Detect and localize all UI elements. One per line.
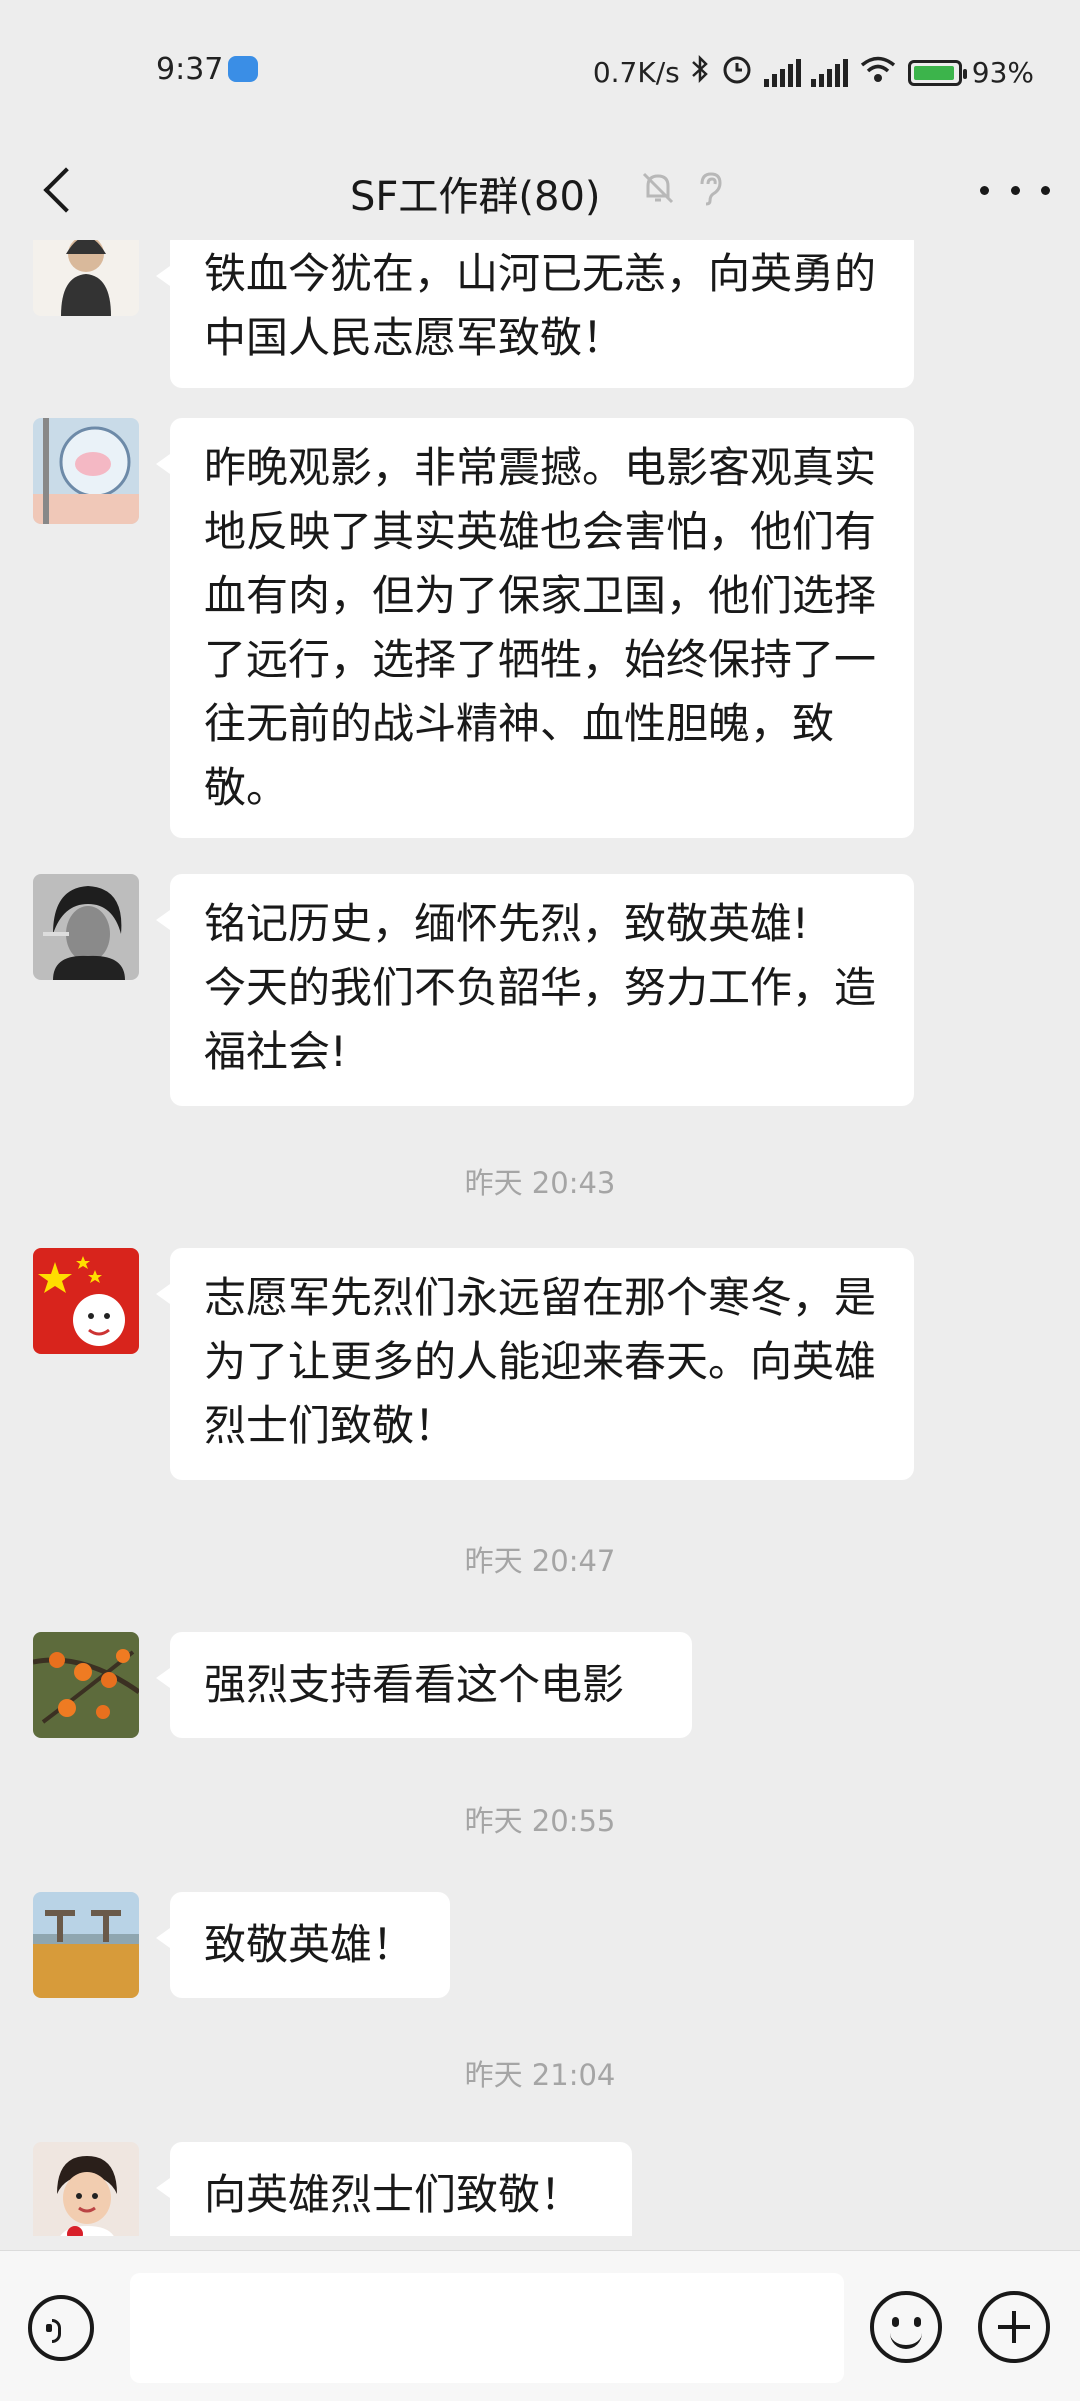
back-icon[interactable] [30, 158, 94, 222]
plus-icon[interactable] [978, 2291, 1050, 2363]
status-right-group: 0.7K/s 93% [593, 52, 1034, 93]
avatar[interactable] [33, 1632, 139, 1738]
wifi-icon [858, 54, 898, 91]
avatar[interactable] [33, 1248, 139, 1354]
message-bubble[interactable]: 强烈支持看看这个电影 [156, 1632, 692, 1738]
signal-hd-icon [810, 58, 848, 87]
chat-header: SF工作群(80) [0, 140, 1080, 240]
message-bubble[interactable]: 昨晚观影，非常震撼。电影客观真实地反映了其实英雄也会害怕，他们有血有肉，但为了保… [156, 418, 914, 838]
message-list[interactable]: 新 铁血今犹在，山河已无恙，向英勇的中国人民志愿军致敬！ 昨晚观影，非常震撼。电… [0, 240, 1080, 2236]
timestamp: 昨天 20:47 [464, 1544, 616, 1578]
message-bubble[interactable]: 向英雄烈士们致敬！ [156, 2142, 632, 2236]
timestamp: 昨天 20:43 [464, 1166, 616, 1200]
emoji-icon[interactable] [870, 2291, 942, 2363]
page-title: SF工作群(80) [350, 174, 601, 220]
more-icon[interactable] [980, 158, 1050, 222]
mute-bell-icon [636, 168, 680, 212]
alarm-icon [720, 52, 754, 93]
voice-icon[interactable] [28, 2295, 94, 2361]
svg-text:新: 新 [37, 240, 57, 243]
avatar[interactable] [33, 418, 139, 524]
status-bar: 9:37 0.7K/s 93% [0, 0, 1080, 140]
cloud-icon [228, 56, 258, 82]
avatar[interactable] [33, 2142, 139, 2236]
battery-charging-icon [907, 59, 967, 86]
message-bubble[interactable]: 铭记历史，缅怀先烈，致敬英雄! 今天的我们不负韶华，努力工作，造福社会! [156, 874, 914, 1106]
input-bar [0, 2250, 1080, 2401]
timestamp: 昨天 21:04 [464, 2058, 616, 2092]
bluetooth-icon [690, 54, 710, 91]
network-speed: 0.7K/s [592, 56, 680, 89]
earpiece-icon [688, 168, 732, 212]
signal-hd-icon [763, 58, 801, 87]
message-bubble[interactable]: 铁血今犹在，山河已无恙，向英勇的中国人民志愿军致敬！ [156, 240, 914, 388]
avatar[interactable] [33, 874, 139, 980]
avatar[interactable]: 新 [33, 240, 139, 316]
avatar[interactable] [33, 1892, 139, 1998]
message-input[interactable] [130, 2273, 844, 2383]
battery-percent: 93% [971, 56, 1034, 89]
status-time: 9:37 [156, 52, 224, 87]
timestamp: 昨天 20:55 [464, 1804, 616, 1838]
message-bubble[interactable]: 志愿军先烈们永远留在那个寒冬，是为了让更多的人能迎来春天。向英雄烈士们致敬！ [156, 1248, 914, 1480]
message-bubble[interactable]: 致敬英雄！ [156, 1892, 450, 1998]
